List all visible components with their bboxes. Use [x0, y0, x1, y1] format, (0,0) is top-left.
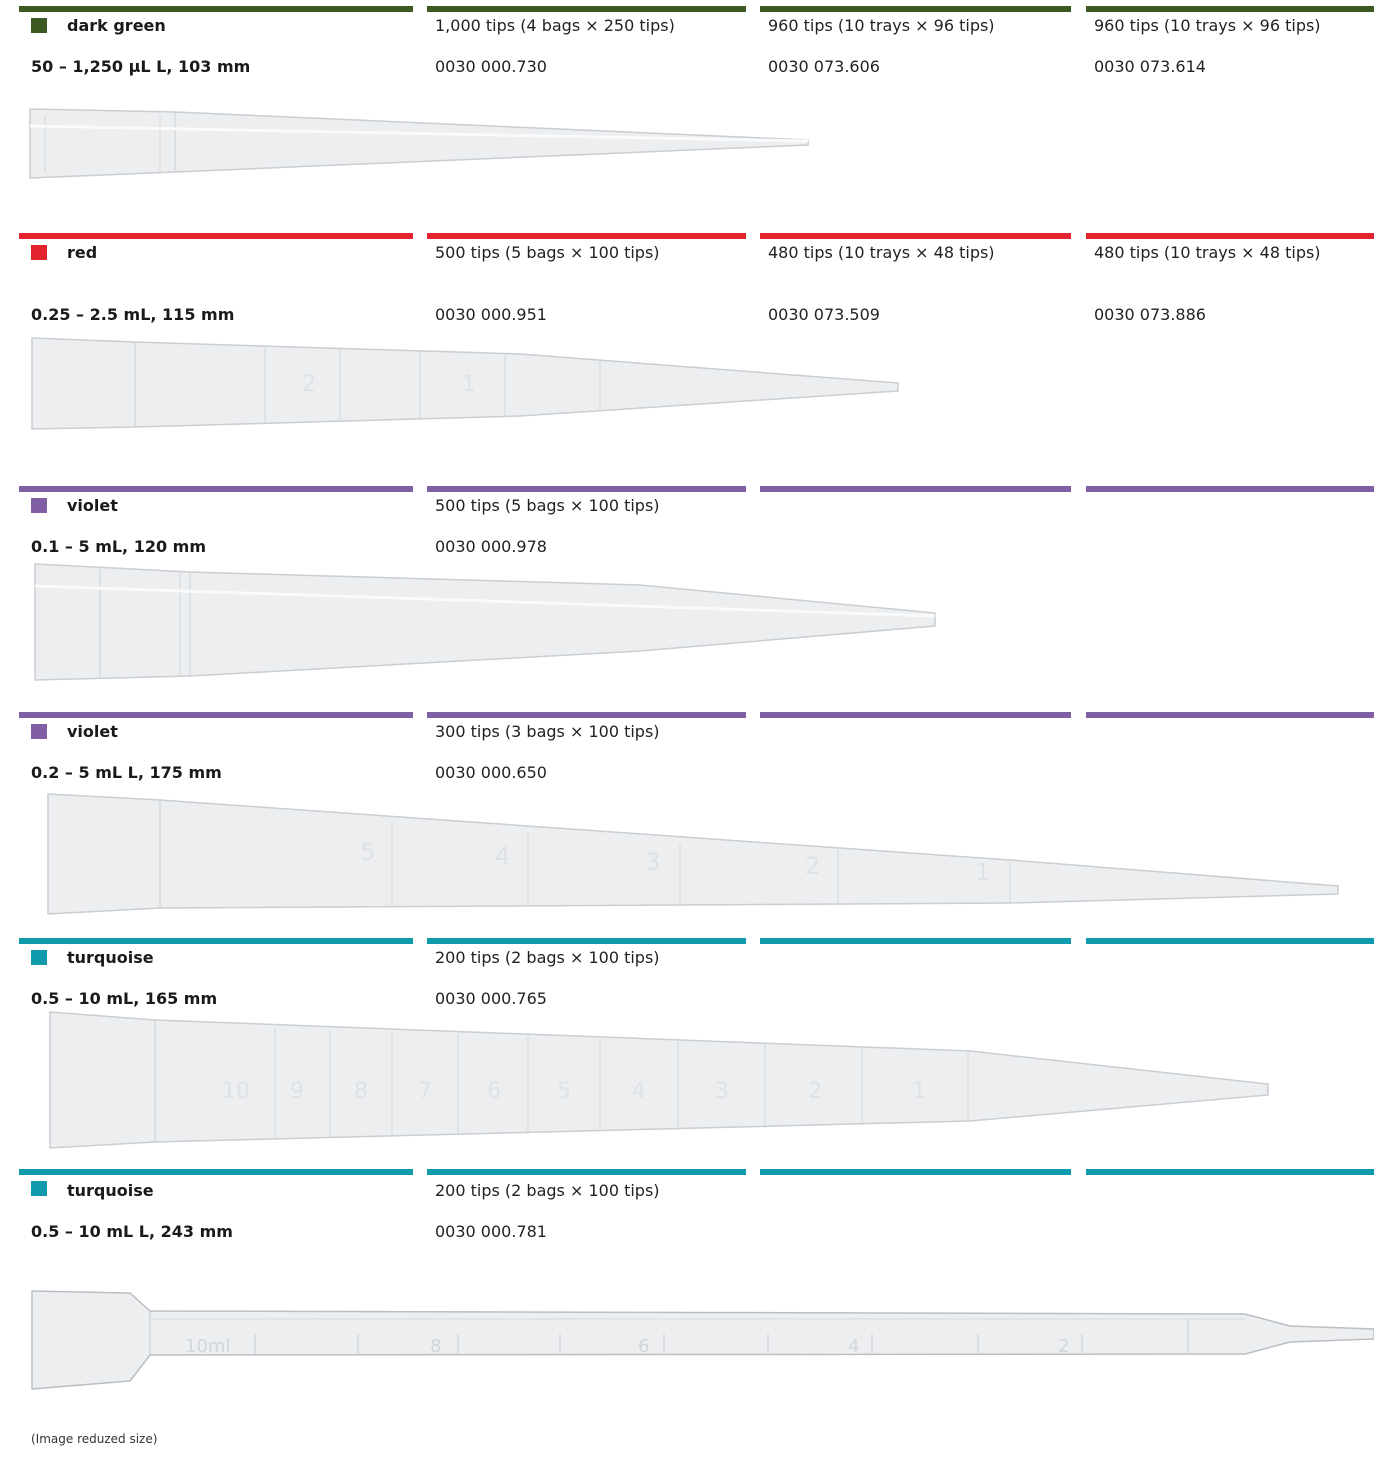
- pipette-tip-image: 10ml 8 6 4 2: [31, 1290, 1374, 1390]
- pipette-tip-image: [29, 108, 809, 179]
- graduation-mark: 10ml: [185, 1336, 230, 1357]
- pipette-tip-image: 5 4 3 2 1: [47, 793, 1339, 915]
- graduation-mark: 4: [632, 1079, 646, 1104]
- graduation-mark: 1: [462, 372, 476, 397]
- graduation-mark: 2: [302, 372, 316, 397]
- graduation-mark: 3: [645, 848, 660, 876]
- graduation-mark: 8: [354, 1079, 368, 1104]
- graduation-mark: 7: [418, 1079, 432, 1104]
- graduation-mark: 5: [557, 1079, 571, 1104]
- graduation-mark: 6: [638, 1336, 649, 1357]
- graduation-mark: 10: [222, 1079, 250, 1104]
- graduation-mark: 1: [912, 1079, 926, 1104]
- pipette-tip-image: 10 9 8 7 6 5 4 3 2 1: [49, 1011, 1269, 1149]
- graduation-mark: 4: [495, 842, 510, 870]
- graduation-mark: 3: [715, 1079, 729, 1104]
- graduation-mark: 9: [290, 1079, 304, 1104]
- graduation-mark: 2: [808, 1079, 822, 1104]
- pipette-tip-image: [34, 563, 936, 681]
- image-caption: (Image reduzed size): [31, 1432, 158, 1446]
- pipette-tip-image: 2 1: [31, 337, 899, 430]
- graduation-mark: 1: [975, 858, 990, 886]
- graduation-mark: 8: [430, 1336, 441, 1357]
- graduation-mark: 6: [487, 1079, 501, 1104]
- graduation-mark: 4: [848, 1336, 859, 1357]
- graduation-mark: 2: [805, 852, 820, 880]
- graduation-mark: 5: [360, 838, 375, 866]
- graduation-mark: 2: [1058, 1336, 1069, 1357]
